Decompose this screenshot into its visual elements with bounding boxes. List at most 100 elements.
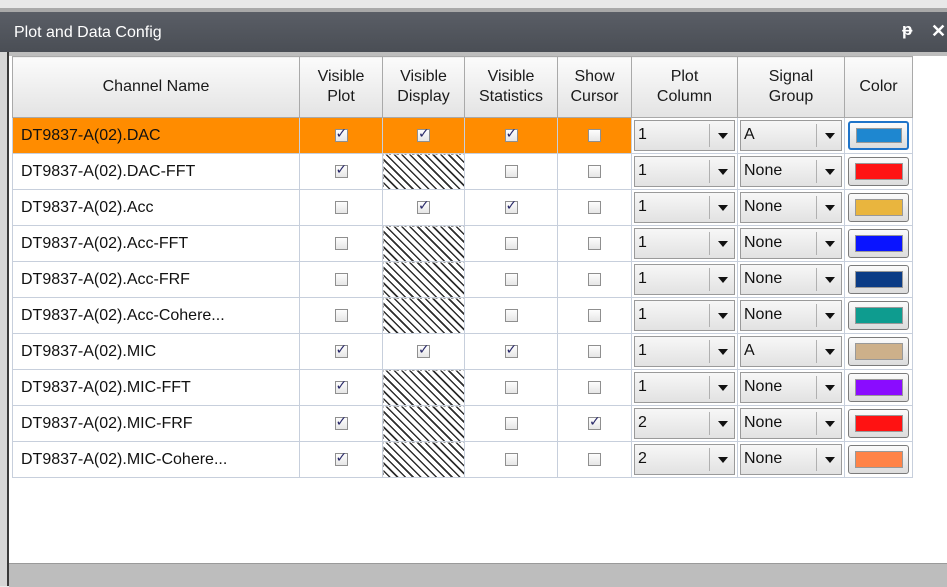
- chevron-down-icon[interactable]: [718, 241, 728, 247]
- signal-group-dropdown[interactable]: A: [740, 336, 842, 367]
- visible-plot-checkbox[interactable]: [334, 162, 348, 178]
- visible-statistics-cell[interactable]: [464, 333, 558, 370]
- chevron-down-icon[interactable]: [825, 349, 835, 355]
- color-picker-button[interactable]: [848, 337, 909, 366]
- visible-statistics-cell[interactable]: [464, 153, 558, 190]
- chevron-down-icon[interactable]: [825, 133, 835, 139]
- color-picker-button[interactable]: [848, 121, 909, 150]
- visible-statistics-checkbox[interactable]: [504, 164, 518, 178]
- header-show-cursor[interactable]: Show Cursor: [557, 56, 632, 118]
- signal-group-dropdown[interactable]: None: [740, 408, 842, 439]
- channel-name-cell[interactable]: DT9837-A(02).MIC: [12, 333, 300, 370]
- chevron-down-icon[interactable]: [825, 313, 835, 319]
- signal-group-dropdown[interactable]: None: [740, 264, 842, 295]
- visible-plot-cell[interactable]: [299, 189, 383, 226]
- plot-column-dropdown[interactable]: 2: [634, 408, 735, 439]
- channel-name-cell[interactable]: DT9837-A(02).DAC-FFT: [12, 153, 300, 190]
- chevron-down-icon[interactable]: [718, 133, 728, 139]
- show-cursor-checkbox[interactable]: [588, 272, 601, 286]
- show-cursor-checkbox[interactable]: [588, 452, 601, 466]
- show-cursor-cell[interactable]: [557, 117, 632, 154]
- close-icon[interactable]: ✕: [931, 21, 946, 42]
- visible-statistics-checkbox[interactable]: [504, 236, 518, 250]
- signal-group-dropdown[interactable]: None: [740, 444, 842, 475]
- channel-name-cell[interactable]: DT9837-A(02).Acc-Cohere...: [12, 297, 300, 334]
- header-signal-group[interactable]: Signal Group: [737, 56, 845, 118]
- visible-plot-checkbox[interactable]: [334, 450, 348, 466]
- visible-statistics-cell[interactable]: [464, 297, 558, 334]
- table-row[interactable]: DT9837-A(02).Acc-FFT 1 None: [12, 225, 913, 262]
- show-cursor-cell[interactable]: [557, 225, 632, 262]
- signal-group-dropdown[interactable]: None: [740, 228, 842, 259]
- color-picker-button[interactable]: [848, 445, 909, 474]
- plot-column-dropdown[interactable]: 1: [634, 336, 735, 367]
- header-channel-name[interactable]: Channel Name: [12, 56, 300, 118]
- visible-statistics-checkbox[interactable]: [504, 272, 518, 286]
- pin-icon[interactable]: ᵽ: [902, 20, 912, 40]
- color-picker-button[interactable]: [848, 193, 909, 222]
- show-cursor-checkbox[interactable]: [588, 236, 601, 250]
- color-picker-button[interactable]: [848, 409, 909, 438]
- chevron-down-icon[interactable]: [718, 313, 728, 319]
- channel-name-cell[interactable]: DT9837-A(02).Acc-FRF: [12, 261, 300, 298]
- visible-statistics-checkbox[interactable]: [504, 452, 518, 466]
- chevron-down-icon[interactable]: [825, 241, 835, 247]
- visible-statistics-checkbox[interactable]: [504, 198, 518, 214]
- show-cursor-cell[interactable]: [557, 369, 632, 406]
- visible-display-cell[interactable]: [382, 333, 465, 370]
- table-row[interactable]: DT9837-A(02).MIC-Cohere... 2 None: [12, 441, 913, 478]
- table-row[interactable]: DT9837-A(02).DAC 1 A: [12, 117, 913, 154]
- chevron-down-icon[interactable]: [718, 457, 728, 463]
- show-cursor-cell[interactable]: [557, 153, 632, 190]
- plot-column-dropdown[interactable]: 1: [634, 372, 735, 403]
- plot-column-dropdown[interactable]: 1: [634, 264, 735, 295]
- header-visible-display[interactable]: Visible Display: [382, 56, 465, 118]
- visible-statistics-checkbox[interactable]: [504, 308, 518, 322]
- signal-group-dropdown[interactable]: None: [740, 372, 842, 403]
- chevron-down-icon[interactable]: [718, 349, 728, 355]
- table-row[interactable]: DT9837-A(02).Acc 1 None: [12, 189, 913, 226]
- chevron-down-icon[interactable]: [825, 205, 835, 211]
- show-cursor-cell[interactable]: [557, 297, 632, 334]
- visible-plot-checkbox[interactable]: [334, 126, 348, 142]
- visible-display-checkbox[interactable]: [417, 198, 430, 214]
- chevron-down-icon[interactable]: [825, 421, 835, 427]
- header-plot-column[interactable]: Plot Column: [631, 56, 738, 118]
- plot-column-dropdown[interactable]: 1: [634, 300, 735, 331]
- visible-statistics-cell[interactable]: [464, 117, 558, 154]
- visible-plot-cell[interactable]: [299, 369, 383, 406]
- signal-group-dropdown[interactable]: None: [740, 300, 842, 331]
- header-visible-plot[interactable]: Visible Plot: [299, 56, 383, 118]
- visible-statistics-cell[interactable]: [464, 369, 558, 406]
- channel-name-cell[interactable]: DT9837-A(02).MIC-FFT: [12, 369, 300, 406]
- visible-plot-checkbox[interactable]: [334, 272, 348, 286]
- table-row[interactable]: DT9837-A(02).Acc-Cohere... 1 None: [12, 297, 913, 334]
- chevron-down-icon[interactable]: [825, 277, 835, 283]
- color-picker-button[interactable]: [848, 229, 909, 258]
- plot-column-dropdown[interactable]: 2: [634, 444, 735, 475]
- signal-group-dropdown[interactable]: None: [740, 156, 842, 187]
- show-cursor-cell[interactable]: [557, 333, 632, 370]
- show-cursor-checkbox[interactable]: [588, 414, 601, 430]
- color-picker-button[interactable]: [848, 301, 909, 330]
- visible-plot-cell[interactable]: [299, 441, 383, 478]
- chevron-down-icon[interactable]: [718, 277, 728, 283]
- show-cursor-checkbox[interactable]: [588, 200, 601, 214]
- visible-statistics-checkbox[interactable]: [504, 380, 518, 394]
- visible-statistics-cell[interactable]: [464, 225, 558, 262]
- visible-statistics-checkbox[interactable]: [504, 416, 518, 430]
- visible-plot-checkbox[interactable]: [334, 414, 348, 430]
- color-picker-button[interactable]: [848, 265, 909, 294]
- visible-statistics-checkbox[interactable]: [504, 342, 518, 358]
- visible-plot-cell[interactable]: [299, 297, 383, 334]
- visible-statistics-checkbox[interactable]: [504, 126, 518, 142]
- show-cursor-checkbox[interactable]: [588, 308, 601, 322]
- signal-group-dropdown[interactable]: A: [740, 120, 842, 151]
- chevron-down-icon[interactable]: [718, 169, 728, 175]
- show-cursor-checkbox[interactable]: [588, 380, 601, 394]
- visible-display-checkbox[interactable]: [417, 342, 430, 358]
- channel-name-cell[interactable]: DT9837-A(02).Acc: [12, 189, 300, 226]
- channel-name-cell[interactable]: DT9837-A(02).MIC-Cohere...: [12, 441, 300, 478]
- visible-plot-cell[interactable]: [299, 117, 383, 154]
- chevron-down-icon[interactable]: [825, 169, 835, 175]
